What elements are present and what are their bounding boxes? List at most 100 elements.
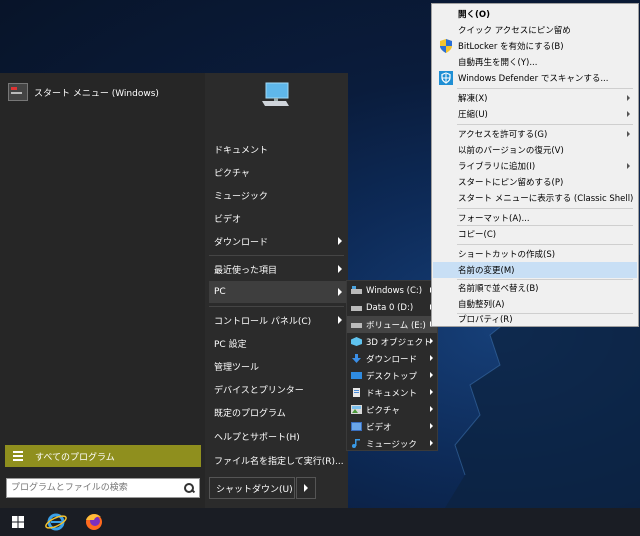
- ctx-item-label: BitLocker を有効にする(B): [458, 42, 564, 52]
- ctx-item-label: 自動整列(A): [458, 300, 505, 310]
- start-item-devices-printers[interactable]: デバイスとプリンター: [209, 378, 348, 400]
- start-item-music[interactable]: ミュージック: [209, 184, 348, 206]
- start-item-admin-tools[interactable]: 管理ツール: [209, 355, 348, 377]
- ctx-format[interactable]: フォーマット(A)...: [433, 210, 637, 226]
- submenu-item-pictures[interactable]: ピクチャ: [347, 401, 437, 418]
- start-item-recent[interactable]: 最近使った項目: [209, 258, 348, 280]
- ctx-item-label: クイック アクセスにピン留め: [458, 26, 571, 36]
- start-item-label: ビデオ: [214, 214, 242, 225]
- ctx-extract[interactable]: 解凍(X): [433, 90, 637, 106]
- submenu-arrow-icon: [338, 316, 342, 324]
- ctx-item-label: フォーマット(A)...: [458, 214, 530, 224]
- context-menu: 開く(O) クイック アクセスにピン留め BitLocker を有効にする(B)…: [431, 3, 639, 327]
- ctx-open[interactable]: 開く(O): [433, 6, 637, 22]
- start-item-videos[interactable]: ビデオ: [209, 207, 348, 229]
- video-icon: [351, 422, 362, 431]
- submenu-item-downloads[interactable]: ダウンロード: [347, 350, 437, 367]
- submenu-arrow-icon: [338, 237, 342, 245]
- submenu-arrow-icon: [430, 406, 433, 412]
- submenu-item-videos[interactable]: ビデオ: [347, 418, 437, 435]
- submenu-item-label: ピクチャ: [366, 405, 400, 416]
- pinned-item-label: スタート メニュー (Windows): [34, 88, 159, 99]
- ctx-create-shortcut[interactable]: ショートカットの作成(S): [433, 246, 637, 262]
- ctx-defender-scan[interactable]: Windows Defender でスキャンする...: [433, 70, 637, 86]
- ctx-item-label: 自動再生を開く(Y)...: [458, 58, 538, 68]
- ctx-give-access[interactable]: アクセスを許可する(G): [433, 126, 637, 142]
- submenu-item-documents[interactable]: ドキュメント: [347, 384, 437, 401]
- submenu-item-drive-e[interactable]: ボリューム (E:): [347, 316, 437, 333]
- search-input[interactable]: [7, 482, 183, 494]
- submenu-item-drive-d[interactable]: Data 0 (D:): [347, 299, 437, 316]
- ctx-bitlocker[interactable]: BitLocker を有効にする(B): [433, 38, 637, 54]
- ctx-restore-versions[interactable]: 以前のバージョンの復元(V): [433, 142, 637, 158]
- start-item-pc-settings[interactable]: PC 設定: [209, 332, 348, 354]
- menu-separator: [457, 208, 633, 209]
- start-item-label: ピクチャ: [214, 168, 250, 179]
- submenu-arrow-icon: [430, 440, 433, 446]
- ctx-sort-by-name[interactable]: 名前順で並べ替え(B): [433, 280, 637, 296]
- windows-start-icon[interactable]: [0, 508, 36, 536]
- start-item-pictures[interactable]: ピクチャ: [209, 161, 348, 183]
- start-item-label: ミュージック: [214, 191, 268, 202]
- pinned-start-menu-windows[interactable]: スタート メニュー (Windows): [8, 83, 159, 101]
- submenu-item-drive-c[interactable]: Windows (C:): [347, 282, 437, 299]
- search-box[interactable]: [6, 478, 200, 498]
- start-item-label: 管理ツール: [214, 362, 260, 373]
- submenu-arrow-icon: [430, 389, 433, 395]
- submenu-item-label: 3D オブジェクト: [366, 337, 432, 348]
- submenu-arrow-icon: [627, 111, 630, 117]
- submenu-arrow-icon: [430, 355, 433, 361]
- submenu-arrow-icon: [627, 163, 630, 169]
- search-icon[interactable]: [183, 482, 195, 494]
- taskbar: [0, 508, 640, 536]
- ctx-rename[interactable]: 名前の変更(M): [433, 262, 637, 278]
- submenu-arrow-icon: [430, 372, 433, 378]
- ctx-pin-to-start[interactable]: スタートにピン留めする(P): [433, 174, 637, 190]
- start-item-documents[interactable]: ドキュメント: [209, 138, 348, 160]
- submenu-item-music[interactable]: ミュージック: [347, 435, 437, 452]
- ctx-item-label: スタートにピン留めする(P): [458, 178, 564, 188]
- shield-icon: [440, 39, 452, 53]
- submenu-item-label: Windows (C:): [366, 285, 423, 296]
- submenu-arrow-icon: [627, 95, 630, 101]
- start-item-help-support[interactable]: ヘルプとサポート(H): [209, 425, 348, 447]
- submenu-item-label: ビデオ: [366, 422, 392, 433]
- music-icon: [352, 439, 360, 448]
- submenu-item-3d-objects[interactable]: 3D オブジェクト: [347, 333, 437, 350]
- start-item-label: PC 設定: [214, 339, 247, 350]
- start-item-run[interactable]: ファイル名を指定して実行(R)...: [209, 449, 348, 471]
- submenu-item-desktop[interactable]: デスクトップ: [347, 367, 437, 384]
- ctx-compress[interactable]: 圧縮(U): [433, 106, 637, 122]
- start-item-pc[interactable]: PC: [209, 281, 348, 303]
- ctx-item-label: アクセスを許可する(G): [458, 130, 548, 140]
- start-item-label: PC: [214, 287, 226, 297]
- start-item-label: ファイル名を指定して実行(R)...: [214, 456, 344, 467]
- ctx-properties[interactable]: プロパティ(R): [433, 311, 637, 327]
- shutdown-options-button[interactable]: [296, 477, 316, 499]
- ctx-autoplay[interactable]: 自動再生を開く(Y)...: [433, 54, 637, 70]
- internet-explorer-icon[interactable]: [38, 508, 74, 536]
- ctx-item-label: ライブラリに追加(I): [458, 162, 536, 172]
- all-programs-label: すべてのプログラム: [35, 452, 115, 463]
- download-icon: [352, 354, 361, 363]
- ctx-item-label: ショートカットの作成(S): [458, 250, 556, 260]
- ctx-auto-arrange[interactable]: 自動整列(A): [433, 296, 637, 312]
- list-icon: [13, 451, 23, 461]
- submenu-arrow-icon: [627, 131, 630, 137]
- start-item-control-panel[interactable]: コントロール パネル(C): [209, 309, 348, 331]
- submenu-item-label: ダウンロード: [366, 354, 418, 365]
- ctx-add-to-library[interactable]: ライブラリに追加(I): [433, 158, 637, 174]
- shutdown-button[interactable]: シャットダウン(U): [209, 477, 316, 499]
- start-item-downloads[interactable]: ダウンロード: [209, 230, 348, 252]
- windows-defender-icon: [439, 71, 453, 85]
- start-menu-left-pane: スタート メニュー (Windows) すべてのプログラム: [0, 73, 205, 508]
- start-item-label: ヘルプとサポート(H): [214, 432, 300, 443]
- ctx-copy[interactable]: コピー(C): [433, 226, 637, 242]
- firefox-icon[interactable]: [76, 508, 112, 536]
- start-item-label: ドキュメント: [214, 145, 269, 156]
- ctx-show-in-classic-shell[interactable]: スタート メニューに表示する (Classic Shell): [433, 190, 637, 206]
- start-item-default-programs[interactable]: 既定のプログラム: [209, 401, 348, 423]
- submenu-item-label: ドキュメント: [366, 388, 418, 399]
- all-programs-button[interactable]: すべてのプログラム: [5, 445, 201, 467]
- ctx-pin-quick-access[interactable]: クイック アクセスにピン留め: [433, 22, 637, 38]
